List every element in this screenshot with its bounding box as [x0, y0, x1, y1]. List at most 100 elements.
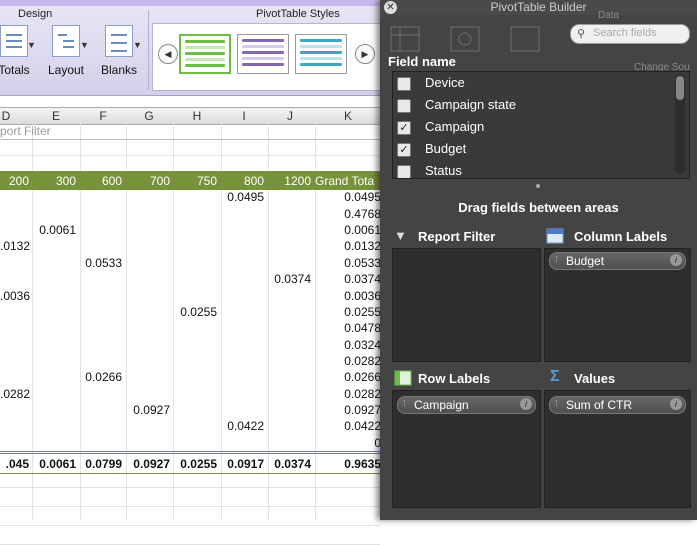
- header-cell[interactable]: 750: [173, 174, 217, 188]
- search-field[interactable]: ⚲ Search fields: [570, 24, 690, 44]
- ribbon-tab-strip: [0, 0, 380, 6]
- header-cell[interactable]: 700: [126, 174, 170, 188]
- total-cell[interactable]: 0.0266: [315, 370, 381, 384]
- field-item-campaign[interactable]: ✓ Campaign: [393, 116, 673, 138]
- report-filter-cell: port Filter: [0, 124, 51, 138]
- grand-total-cell[interactable]: 0.0917: [221, 457, 264, 471]
- field-list-scrollbar[interactable]: [675, 74, 685, 174]
- column-field-label: Budget: [566, 254, 605, 268]
- header-cell[interactable]: 300: [34, 174, 76, 188]
- column-header[interactable]: J: [282, 109, 298, 123]
- total-cell[interactable]: 0.0061: [315, 223, 381, 237]
- splitter-handle[interactable]: [536, 184, 540, 188]
- field-checkbox[interactable]: [397, 165, 411, 178]
- style-swatch-purple[interactable]: [237, 34, 289, 74]
- column-header[interactable]: E: [48, 109, 64, 123]
- values-area[interactable]: ⁝ Sum of CTR i: [544, 390, 691, 508]
- gallery-next-button[interactable]: ▶: [355, 44, 375, 64]
- total-cell[interactable]: 0.0374: [315, 272, 381, 286]
- data-cell[interactable]: 0.0533: [80, 256, 122, 270]
- total-cell[interactable]: 0.0495: [315, 190, 381, 204]
- chevron-down-icon[interactable]: ▼: [27, 40, 36, 50]
- grand-total-cell[interactable]: 0.0061: [34, 457, 76, 471]
- grand-total-cell[interactable]: 0.0374: [268, 457, 311, 471]
- data-cell[interactable]: 0.0495: [221, 190, 264, 204]
- header-cell[interactable]: Grand Tota: [315, 174, 379, 188]
- drag-handle-icon: ⁝: [555, 254, 558, 264]
- faded-data-label: Data: [598, 10, 620, 21]
- style-swatch-green[interactable]: [179, 34, 231, 74]
- total-cell[interactable]: 0.0533: [315, 256, 381, 270]
- header-cell[interactable]: 1200: [268, 174, 311, 188]
- data-cell[interactable]: .0132: [0, 239, 30, 253]
- total-cell[interactable]: 0.0036: [315, 289, 381, 303]
- field-item-campaign-state[interactable]: Campaign state: [393, 94, 673, 116]
- field-checkbox-checked[interactable]: ✓: [397, 143, 411, 157]
- drag-handle-icon: ⁝: [555, 398, 558, 408]
- total-cell[interactable]: 0.0478: [315, 321, 381, 335]
- total-cell[interactable]: 0.0324: [315, 338, 381, 352]
- total-cell[interactable]: 0.0282: [315, 354, 381, 368]
- field-label: Device: [425, 75, 465, 90]
- field-checkbox[interactable]: [397, 99, 411, 113]
- field-item-status[interactable]: Status: [393, 160, 673, 178]
- chevron-down-icon[interactable]: ▼: [133, 40, 142, 50]
- data-cell[interactable]: .0036: [0, 289, 30, 303]
- column-labels-area[interactable]: ⁝ Budget i: [544, 248, 691, 362]
- row-field-pill[interactable]: ⁝ Campaign i: [397, 396, 536, 414]
- report-filter-area[interactable]: [392, 248, 541, 362]
- data-cell[interactable]: 0.0422: [221, 419, 264, 433]
- info-icon[interactable]: i: [670, 398, 682, 410]
- values-label: Values: [574, 371, 616, 386]
- header-cell[interactable]: 200: [0, 174, 29, 188]
- close-icon[interactable]: ✕: [384, 1, 397, 14]
- data-cell[interactable]: 0.0266: [80, 370, 122, 384]
- header-cell[interactable]: 600: [80, 174, 122, 188]
- total-cell[interactable]: 0.0422: [315, 419, 381, 433]
- field-label: Campaign: [425, 119, 485, 134]
- style-swatch-teal[interactable]: [295, 34, 347, 74]
- pivot-styles-gallery: ◀ ▶: [152, 23, 382, 91]
- column-header[interactable]: H: [189, 109, 205, 123]
- column-field-pill[interactable]: ⁝ Budget i: [549, 252, 686, 270]
- info-icon[interactable]: i: [520, 398, 532, 410]
- field-item-budget[interactable]: ✓ Budget: [393, 138, 673, 160]
- grand-total-cell[interactable]: 0.0927: [126, 457, 170, 471]
- column-header[interactable]: D: [0, 109, 12, 123]
- field-checkbox-checked[interactable]: ✓: [397, 121, 411, 135]
- total-cell[interactable]: 0: [315, 436, 381, 450]
- blanks-button[interactable]: Blanks: [99, 25, 139, 89]
- column-header[interactable]: K: [340, 109, 356, 123]
- grand-total-cell[interactable]: 0.9635: [315, 457, 381, 471]
- grand-total-cell[interactable]: .045: [0, 457, 29, 471]
- info-icon[interactable]: i: [670, 254, 682, 266]
- total-cell[interactable]: 0.0255: [315, 305, 381, 319]
- field-checkbox[interactable]: [397, 77, 411, 91]
- value-field-pill[interactable]: ⁝ Sum of CTR i: [549, 396, 686, 414]
- refresh-icon: [450, 26, 480, 52]
- grand-total-cell[interactable]: 0.0255: [173, 457, 217, 471]
- gallery-prev-button[interactable]: ◀: [158, 44, 178, 64]
- row-labels-area[interactable]: ⁝ Campaign i: [392, 390, 541, 508]
- data-cell[interactable]: 0.0374: [268, 272, 311, 286]
- field-item-device[interactable]: Device: [393, 72, 673, 94]
- layout-button[interactable]: Layout: [46, 25, 86, 89]
- column-header[interactable]: F: [95, 109, 111, 123]
- totals-button[interactable]: Totals: [0, 25, 34, 89]
- field-label: Campaign state: [425, 97, 517, 112]
- header-cell[interactable]: 800: [221, 174, 264, 188]
- data-cell[interactable]: 0.0927: [126, 403, 170, 417]
- total-cell[interactable]: 0.0282: [315, 387, 381, 401]
- column-header[interactable]: G: [141, 109, 157, 123]
- total-cell[interactable]: 0.0927: [315, 403, 381, 417]
- data-cell[interactable]: 0.0061: [34, 223, 76, 237]
- data-cell[interactable]: 0.0255: [173, 305, 217, 319]
- total-cell[interactable]: 0.0132: [315, 239, 381, 253]
- data-cell[interactable]: .0282: [0, 387, 30, 401]
- total-cell[interactable]: 0.4768: [315, 207, 381, 221]
- chevron-down-icon[interactable]: ▼: [80, 40, 89, 50]
- options-icon: [510, 26, 540, 52]
- design-group-label: Design: [18, 8, 53, 20]
- column-header[interactable]: I: [236, 109, 252, 123]
- grand-total-cell[interactable]: 0.0799: [80, 457, 122, 471]
